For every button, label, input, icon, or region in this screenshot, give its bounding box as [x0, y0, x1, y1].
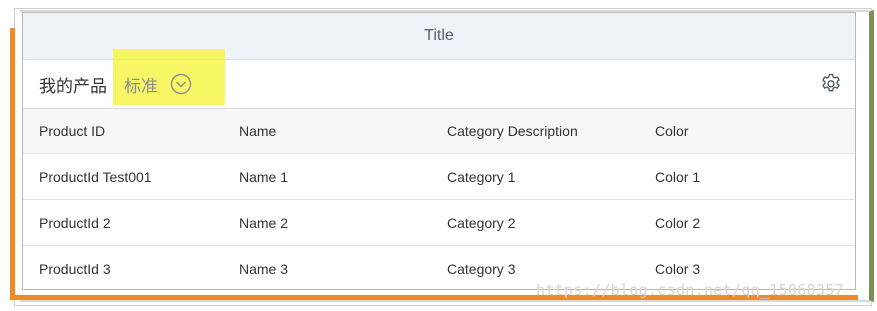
product-table: Product ID Name Category Description Col… [23, 109, 855, 291]
table-row[interactable]: ProductId Test001 Name 1 Category 1 Colo… [23, 153, 855, 200]
cell-color: Color 2 [639, 199, 855, 246]
column-header-name[interactable]: Name [223, 109, 431, 154]
cell-name: Name 2 [223, 199, 431, 246]
table-panel: Title 我的产品 标准 Product ID Name Category D… [22, 12, 856, 290]
cell-name: Name 3 [239, 260, 289, 277]
column-header-product-id[interactable]: Product ID [23, 109, 223, 154]
cell-category: Category 1 [431, 153, 639, 200]
cell-product-id: ProductId Test001 [23, 153, 223, 200]
cell-product-id: ProductId 3 [39, 260, 111, 277]
cell-name: Name 1 [223, 153, 431, 200]
chevron-down-icon[interactable] [170, 73, 192, 95]
toolbar-title: 我的产品 [39, 76, 107, 96]
watermark: https://blog.csdn.net/qq_15068357 [536, 281, 844, 299]
cell-category: Category 2 [431, 199, 639, 246]
panel-title: Title [424, 27, 454, 44]
table-header-row: Product ID Name Category Description Col… [23, 109, 855, 154]
column-header-color[interactable]: Color [639, 109, 855, 154]
table-row[interactable]: ProductId 2 Name 2 Category 2 Color 2 [23, 199, 855, 246]
cell-product-id: ProductId 2 [23, 199, 223, 246]
table-toolbar: 我的产品 标准 [23, 49, 855, 109]
variant-label: 标准 [124, 76, 158, 96]
column-header-category-description[interactable]: Category Description [431, 109, 639, 154]
gear-icon[interactable] [819, 72, 843, 96]
variant-selector[interactable]: 标准 [113, 49, 225, 105]
cell-color: Color 1 [639, 153, 855, 200]
